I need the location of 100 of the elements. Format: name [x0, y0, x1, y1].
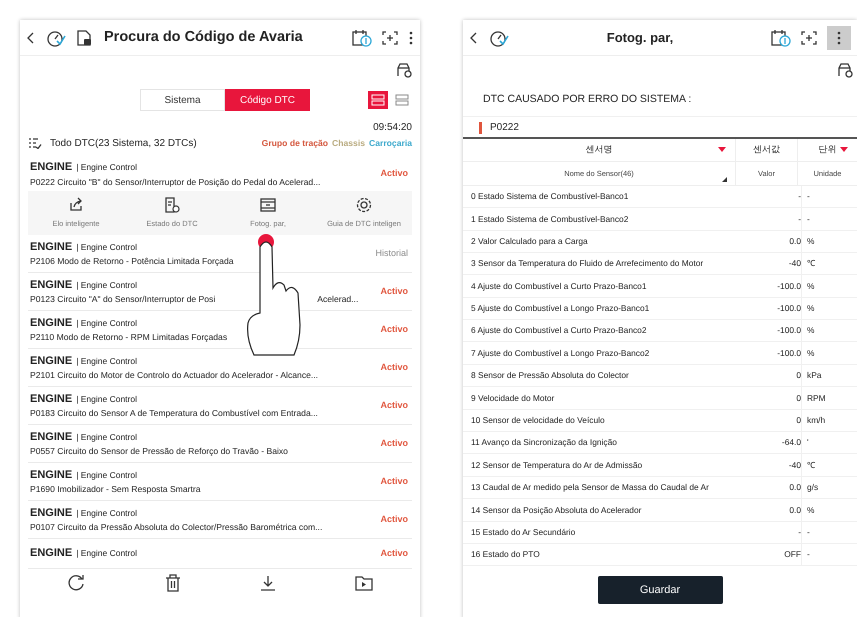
- sensor-value: -100.0: [776, 324, 801, 338]
- section-caption: DTC CAUSADO POR ERRO DO SISTEMA :: [463, 84, 857, 117]
- page-title: Procura do Código de Avaria: [104, 28, 303, 47]
- tab[interactable]: Sistema: [140, 89, 225, 111]
- sensor-unit: ℃: [807, 257, 815, 270]
- sensor-value: OFF: [783, 548, 801, 561]
- sensor-unit: -: [807, 548, 810, 561]
- car-icon[interactable]: [837, 62, 853, 78]
- column-header: 센서명: [586, 143, 612, 156]
- back-icon[interactable]: [26, 30, 36, 44]
- more-button[interactable]: [827, 26, 851, 50]
- module-name: | Engine Control: [76, 392, 137, 406]
- sensor-unit: %: [807, 234, 814, 248]
- sensor-value: -100.0: [776, 280, 801, 292]
- sort-arrow-icon[interactable]: [717, 146, 727, 154]
- sensor-unit: %: [807, 346, 814, 360]
- list-view-toggle[interactable]: [368, 91, 388, 109]
- sensor-value: -100.0: [776, 302, 801, 315]
- car-icon[interactable]: [396, 62, 412, 78]
- sensor-name: 4 Ajuste do Combustível a Curto Prazo-Banco1: [470, 280, 648, 292]
- sensor-unit: g/s: [807, 481, 818, 494]
- scan-icon[interactable]: [382, 30, 398, 44]
- dtc-list-item[interactable]: ENGINE | Engine Control P0557 Circuito do Sensor de Pressão de Reforço do Travão - Baixo Activo: [28, 425, 412, 463]
- sensor-value: -: [797, 212, 801, 226]
- sensor-name: 14 Sensor da Posição Absoluta do Acelerador: [470, 504, 642, 516]
- status-label: Activo: [380, 512, 408, 526]
- sensor-value: 0: [795, 392, 801, 404]
- filter-link[interactable]: Grupo de tração: [262, 136, 328, 150]
- column-header: 센서값: [753, 143, 780, 156]
- sensor-value: -: [797, 190, 801, 203]
- refresh-icon[interactable]: [68, 574, 86, 592]
- sensor-name: 12 Sensor de Temperatura do Ar de Admissão: [470, 458, 644, 472]
- dtc-description: P0222 Circuito "B" do Sensor/Interruptor de Posição do Pedal do Acelerad...: [30, 176, 320, 189]
- back-icon[interactable]: [469, 30, 479, 44]
- sensor-unit: RPM: [807, 392, 826, 404]
- accent-bar: [479, 122, 482, 134]
- module-name: | Engine Control: [76, 316, 137, 330]
- sort-arrow-icon[interactable]: [839, 146, 849, 154]
- status-label: Activo: [380, 322, 408, 336]
- sensor-value: 0.0: [788, 481, 801, 494]
- status-label: Activo: [380, 436, 408, 450]
- system-name: ENGINE: [30, 160, 72, 176]
- status-label: Activo: [380, 546, 408, 560]
- system-name: ENGINE: [30, 546, 72, 562]
- system-name: ENGINE: [30, 316, 72, 331]
- list-check-icon: [28, 137, 42, 149]
- dtc-code: P0222: [490, 121, 519, 136]
- sensor-unit: -: [807, 212, 810, 226]
- sensor-unit: ': [807, 436, 809, 450]
- dtc-list-item[interactable]: ENGINE | Engine Control P0183 Circuito do Sensor A de Temperatura do Combustível com Entrada... Activo: [28, 387, 412, 425]
- dtc-list-item[interactable]: ENGINE | Engine Control P1690 Imobilizador - Sem Resposta Smartra Activo: [28, 463, 412, 501]
- module-name: | Engine Control: [76, 161, 137, 174]
- module-name: | Engine Control: [76, 354, 137, 368]
- column-header: 단위: [818, 143, 836, 156]
- dtc-list-item[interactable]: ENGINE | Engine Control P0222 Circuito "B" do Sensor/Interruptor de Posição do Pedal do Acelerad... Activo: [28, 157, 412, 191]
- gauge-check-icon[interactable]: [46, 28, 66, 46]
- sensor-name: 13 Caudal de Ar medido pela Sensor de Massa do Caudal de Ar: [470, 481, 710, 494]
- time-label: 09:54:20: [373, 121, 412, 135]
- sensor-value: -: [797, 526, 801, 539]
- status-label: Historial: [375, 246, 408, 260]
- system-name: ENGINE: [30, 506, 72, 521]
- system-name: ENGINE: [30, 354, 72, 369]
- sensor-name: 3 Sensor da Temperatura do Fluido de Arrefecimento do Motor: [470, 257, 704, 270]
- sensor-value: 0: [795, 414, 801, 427]
- resize-handle-icon[interactable]: [722, 176, 727, 182]
- sensor-name: 10 Sensor de velocidade do Veículo: [470, 414, 606, 427]
- sensor-value: 0.0: [788, 504, 801, 516]
- dtc-list-item[interactable]: ENGINE | Engine Control Activo: [28, 539, 412, 569]
- sensor-unit: kPa: [807, 369, 822, 382]
- sensor-name: 7 Ajuste do Combustível a Longo Prazo-Banco2: [470, 346, 650, 360]
- sensor-unit: %: [807, 324, 814, 338]
- sensor-name: 6 Ajuste do Combustível a Curto Prazo-Banco2: [470, 324, 648, 338]
- calendar-bluetooth-icon[interactable]: [352, 28, 372, 46]
- dtc-description: P2110 Modo de Retorno - RPM Limitadas Forçadas: [30, 331, 228, 344]
- dtc-list-item[interactable]: ENGINE | Engine Control P0107 Circuito da Pressão Absoluta do Colector/Pressão Barométrica com... Activo: [28, 501, 412, 539]
- tab[interactable]: Código DTC: [225, 89, 310, 111]
- status-label: Activo: [380, 167, 408, 180]
- dtc-description: P0183 Circuito do Sensor A de Temperatura do Combustível com Entrada...: [30, 407, 318, 420]
- film-icon: [260, 196, 276, 213]
- download-icon[interactable]: [260, 575, 276, 591]
- folder-play-icon[interactable]: [354, 575, 372, 591]
- module-name: | Engine Control: [76, 506, 137, 520]
- sensor-value: 0: [795, 369, 801, 382]
- sensor-unit: %: [807, 302, 814, 315]
- summary-text: Todo DTC(23 Sistema, 32 DTCs): [50, 136, 197, 150]
- document-check-icon: [164, 196, 180, 213]
- scan-icon[interactable]: [801, 30, 817, 44]
- more-icon[interactable]: [836, 30, 842, 46]
- dtc-description: P2101 Circuito do Motor de Controlo do Actuador do Acelerador - Alcance...: [30, 369, 318, 382]
- share-icon: [68, 196, 84, 213]
- trash-icon[interactable]: [164, 574, 180, 592]
- save-button[interactable]: Guardar: [598, 576, 722, 604]
- more-icon[interactable]: [408, 30, 414, 46]
- status-label: Activo: [380, 360, 408, 374]
- sensor-name: 16 Estado do PTO: [470, 548, 541, 561]
- dtc-description: P0123 Circuito "A" do Sensor/Interruptor de Posi: [30, 293, 216, 306]
- module-name: | Engine Control: [76, 278, 137, 292]
- gauge-check-icon[interactable]: [489, 28, 509, 46]
- system-name: ENGINE: [30, 240, 72, 255]
- calendar-bluetooth-icon[interactable]: [771, 28, 791, 46]
